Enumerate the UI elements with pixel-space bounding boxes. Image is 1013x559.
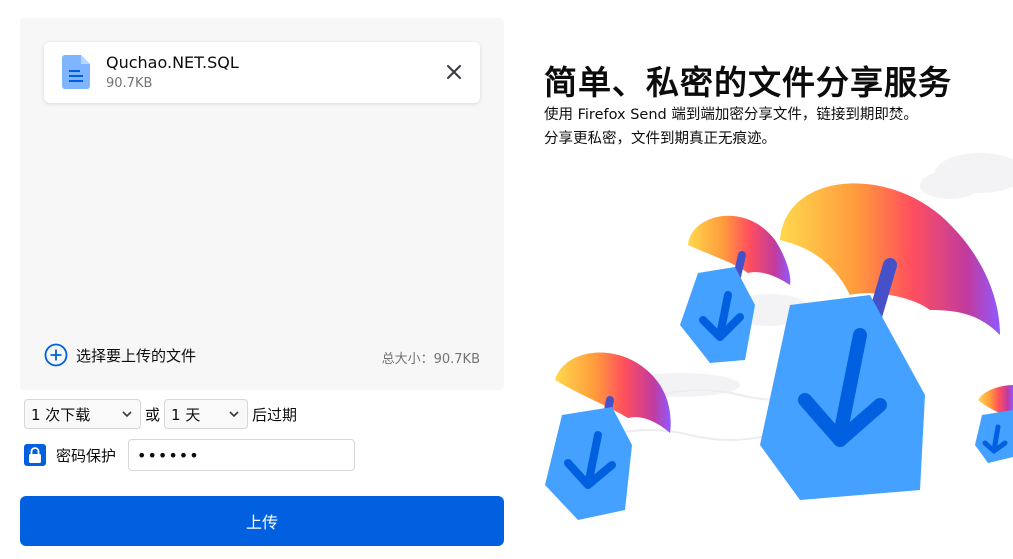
parachute-files-illustration xyxy=(545,153,1013,520)
expiry-options: 1 次下载 或 1 天 后过期 xyxy=(24,398,301,430)
lock-icon xyxy=(29,447,41,463)
intro-description: 使用 Firefox Send 端到端加密分享文件，链接到期即焚。分享更私密，文… xyxy=(544,107,918,147)
close-icon xyxy=(447,65,461,79)
add-files-button[interactable]: 选择要上传的文件 xyxy=(44,343,196,367)
remove-file-button[interactable] xyxy=(442,60,466,84)
expiry-suffix: 后过期 xyxy=(252,405,298,424)
downloads-select[interactable]: 1 次下载 xyxy=(24,399,141,429)
file-list-item: Quchao.NET.SQL 90.7KB xyxy=(44,42,480,103)
time-select[interactable]: 1 天 xyxy=(164,399,249,429)
chevron-down-icon xyxy=(122,411,132,418)
file-size: 90.7KB xyxy=(106,76,153,91)
page-title: 简单、私密的文件分享服务 xyxy=(544,63,952,102)
chevron-down-icon xyxy=(229,411,239,418)
downloads-select-value: 1 次下载 xyxy=(31,405,91,424)
password-input[interactable] xyxy=(128,439,356,471)
file-name: Quchao.NET.SQL xyxy=(106,53,239,72)
upload-button[interactable]: 上传 xyxy=(20,496,504,546)
or-text: 或 xyxy=(145,405,161,424)
add-files-label: 选择要上传的文件 xyxy=(76,346,197,365)
file-icon xyxy=(62,55,90,89)
upload-drop-area[interactable]: Quchao.NET.SQL 90.7KB 选择要上传的文件 总大小：90.7K… xyxy=(20,18,504,390)
password-label: 密码保护 xyxy=(56,446,117,465)
password-row: 密码保护 xyxy=(24,439,356,471)
total-size: 总大小：90.7KB xyxy=(381,352,480,367)
add-circle-icon xyxy=(44,343,68,367)
time-select-value: 1 天 xyxy=(171,405,201,424)
password-checkbox[interactable] xyxy=(24,444,46,466)
